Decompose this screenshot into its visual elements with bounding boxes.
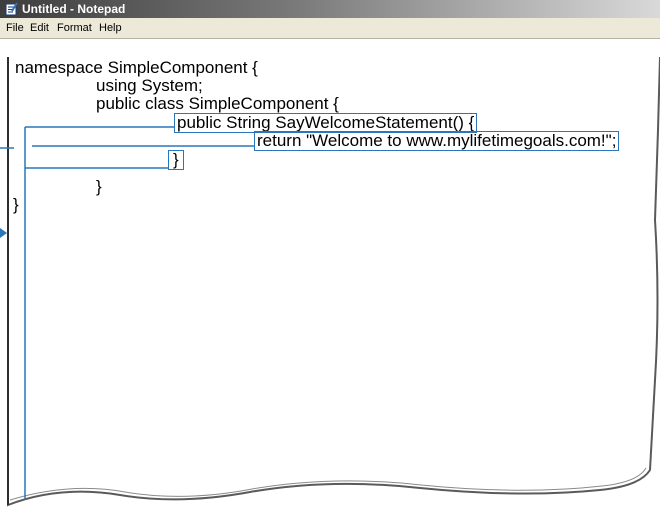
arrow-right-icon [0, 228, 7, 238]
notepad-window: Untitled - Notepad File Edit Format Help… [0, 0, 660, 511]
callout-lines [0, 126, 255, 500]
